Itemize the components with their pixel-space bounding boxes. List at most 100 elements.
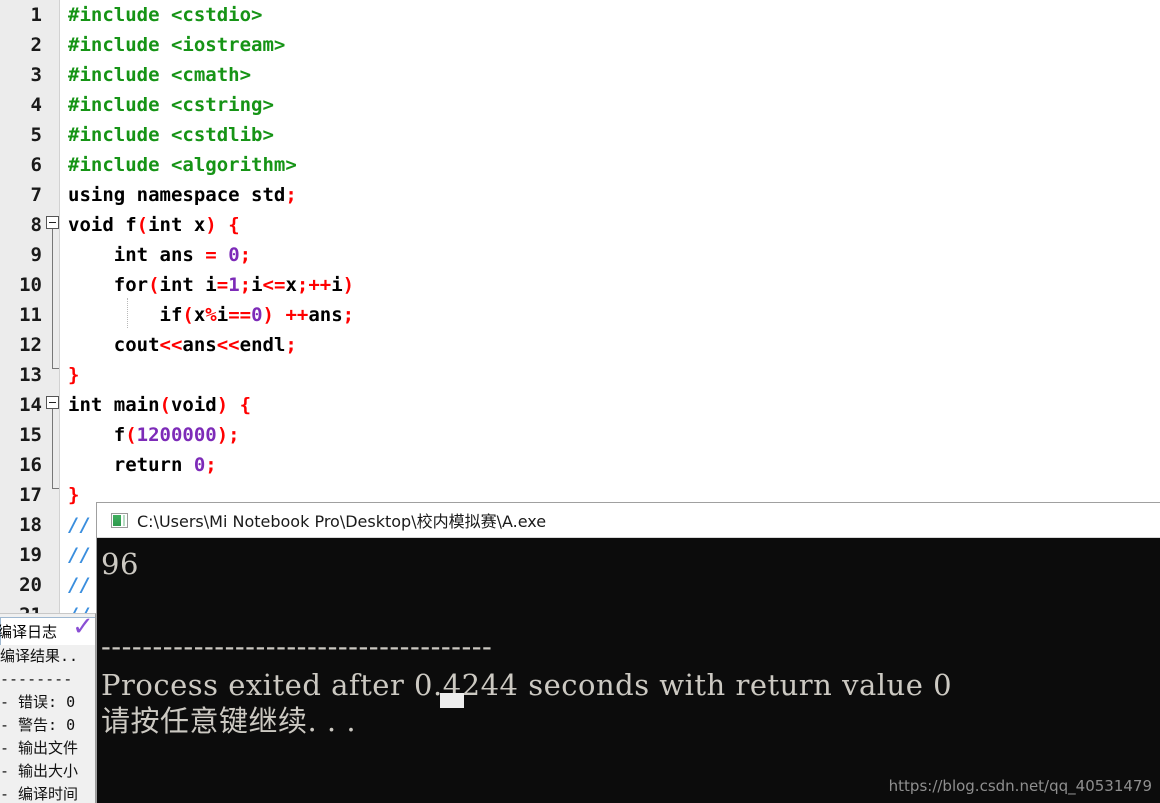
- code-token-punct: (: [148, 274, 160, 296]
- code-line-4: #include <cstring>: [68, 90, 274, 120]
- code-token-keyword: int x: [148, 214, 206, 236]
- console-window[interactable]: C:\Users\Mi Notebook Pro\Desktop\校内模拟赛\A…: [96, 502, 1160, 803]
- console-title-text: C:\Users\Mi Notebook Pro\Desktop\校内模拟赛\A…: [137, 512, 547, 531]
- code-token-keyword: int main: [68, 394, 160, 416]
- console-separator-line: --------------------------------------: [101, 629, 493, 663]
- code-token-keyword: int ans: [68, 244, 206, 266]
- code-token-punct: ): [262, 304, 274, 326]
- code-token-punct: ;: [205, 454, 217, 476]
- fold-range-end: [52, 368, 59, 369]
- line-number: 18: [19, 514, 42, 536]
- line-number: 5: [30, 124, 42, 146]
- code-line-1: #include <cstdio>: [68, 0, 262, 30]
- code-token-punct: ;: [239, 274, 252, 296]
- fold-range-end: [52, 488, 59, 489]
- code-line-12: cout<<ans<<endl;: [68, 334, 297, 356]
- code-line-9: int ans = 0;: [68, 240, 251, 270]
- code-token-keyword: void f: [68, 214, 137, 236]
- line-number: 8: [30, 214, 42, 236]
- line-number: 16: [19, 454, 42, 476]
- code-token-punct: ==: [228, 304, 252, 326]
- code-token-punct: ;: [239, 244, 252, 266]
- watermark-text: https://blog.csdn.net/qq_40531479: [888, 777, 1152, 795]
- code-line-6: #include <algorithm>: [68, 150, 297, 180]
- compile-log-line: - 输出文件: [0, 739, 79, 757]
- code-line-17: }: [68, 480, 79, 510]
- code-token-keyword: if: [68, 304, 183, 326]
- code-token-punct: (: [159, 394, 171, 416]
- console-cursor: [440, 693, 464, 708]
- code-token-comment: //: [68, 574, 91, 596]
- code-token-keyword: int i: [159, 274, 217, 296]
- code-token-punct: ): [216, 394, 229, 416]
- code-token-punct: }: [68, 484, 80, 506]
- code-line-19: //: [68, 540, 91, 570]
- code-token-keyword: f: [68, 424, 126, 446]
- code-line-20: //: [68, 570, 91, 600]
- code-token-punct: ++: [285, 304, 309, 326]
- code-line-11: if(x%i==0) ++ans;: [68, 304, 355, 326]
- code-line-8: void f(int x) {: [68, 210, 240, 240]
- code-token-keyword: using namespace std: [68, 184, 286, 206]
- line-number: 2: [30, 34, 42, 56]
- line-number: 7: [30, 184, 42, 206]
- code-token-punct: <=: [262, 274, 286, 296]
- line-number: 19: [19, 544, 42, 566]
- line-number: 17: [19, 484, 42, 506]
- console-title-bar[interactable]: C:\Users\Mi Notebook Pro\Desktop\校内模拟赛\A…: [97, 503, 1160, 538]
- code-token-punct: ): [342, 274, 355, 296]
- code-token-punct: (: [182, 304, 194, 326]
- check-icon: ✓: [72, 612, 94, 642]
- code-line-15: f(1200000);: [68, 420, 240, 450]
- line-number: 20: [19, 574, 42, 596]
- line-number: 13: [19, 364, 42, 386]
- compile-log-line: - 编译时间: [0, 785, 79, 803]
- line-number: 10: [19, 274, 42, 296]
- code-token-preprocessor: #include <cstring>: [68, 94, 274, 116]
- code-token-punct: <<: [216, 334, 240, 356]
- code-token-punct: <<: [159, 334, 183, 356]
- code-token-number: 0: [228, 244, 240, 266]
- compile-log-content: 编译结果.. -------- - 错误: 0 - 警告: 0 - 输出文件 -…: [0, 645, 95, 803]
- code-line-3: #include <cmath>: [68, 60, 251, 90]
- code-token-punct: ;: [285, 184, 297, 206]
- compile-log-line: - 错误: 0: [0, 693, 76, 711]
- code-token-keyword: void: [170, 394, 217, 416]
- line-number: 4: [30, 94, 42, 116]
- code-token-preprocessor: #include <iostream>: [68, 34, 286, 56]
- fold-toggle-function-f[interactable]: [46, 216, 59, 229]
- code-token-keyword: return: [68, 454, 194, 476]
- code-token-keyword: cout: [68, 334, 160, 356]
- code-token-comment: //: [68, 514, 91, 536]
- console-prompt-line: 请按任意键继续. . .: [101, 704, 357, 738]
- line-number: 11: [19, 304, 42, 326]
- code-token-preprocessor: #include <cmath>: [68, 64, 252, 86]
- code-line-16: return 0;: [68, 450, 217, 480]
- tab-compile-log-label: 编译日志: [0, 623, 58, 641]
- code-token-punct: =: [205, 244, 217, 266]
- code-token-punct: ): [205, 214, 217, 236]
- line-number: 12: [19, 334, 42, 356]
- line-number: 6: [30, 154, 42, 176]
- code-line-10: for(int i=1;i<=x;++i): [68, 274, 355, 296]
- compile-log-line: 编译结果..: [0, 647, 79, 665]
- console-output-area[interactable]: 96 -------------------------------------…: [97, 539, 1160, 803]
- code-token-punct: ;++: [296, 274, 332, 296]
- code-line-7: using namespace std;: [68, 180, 297, 210]
- compile-log-line: - 输出大小: [0, 762, 79, 780]
- compile-log-line: - 警告: 0: [0, 716, 76, 734]
- code-line-5: #include <cstdlib>: [68, 120, 274, 150]
- code-token-punct: {: [239, 394, 252, 416]
- fold-range-line: [52, 409, 53, 488]
- code-token-punct: ;: [342, 304, 355, 326]
- code-line-18: //: [68, 510, 91, 540]
- console-exit-line: Process exited after 0.4244 seconds with…: [101, 668, 953, 702]
- console-output-line: 96: [101, 547, 139, 581]
- code-token-punct: {: [228, 214, 240, 236]
- line-number: 9: [30, 244, 42, 266]
- code-token-number: 0: [251, 304, 263, 326]
- fold-toggle-function-main[interactable]: [46, 396, 59, 409]
- code-token-punct: (: [136, 214, 149, 236]
- code-line-2: #include <iostream>: [68, 30, 285, 60]
- code-token-punct: %: [205, 304, 217, 326]
